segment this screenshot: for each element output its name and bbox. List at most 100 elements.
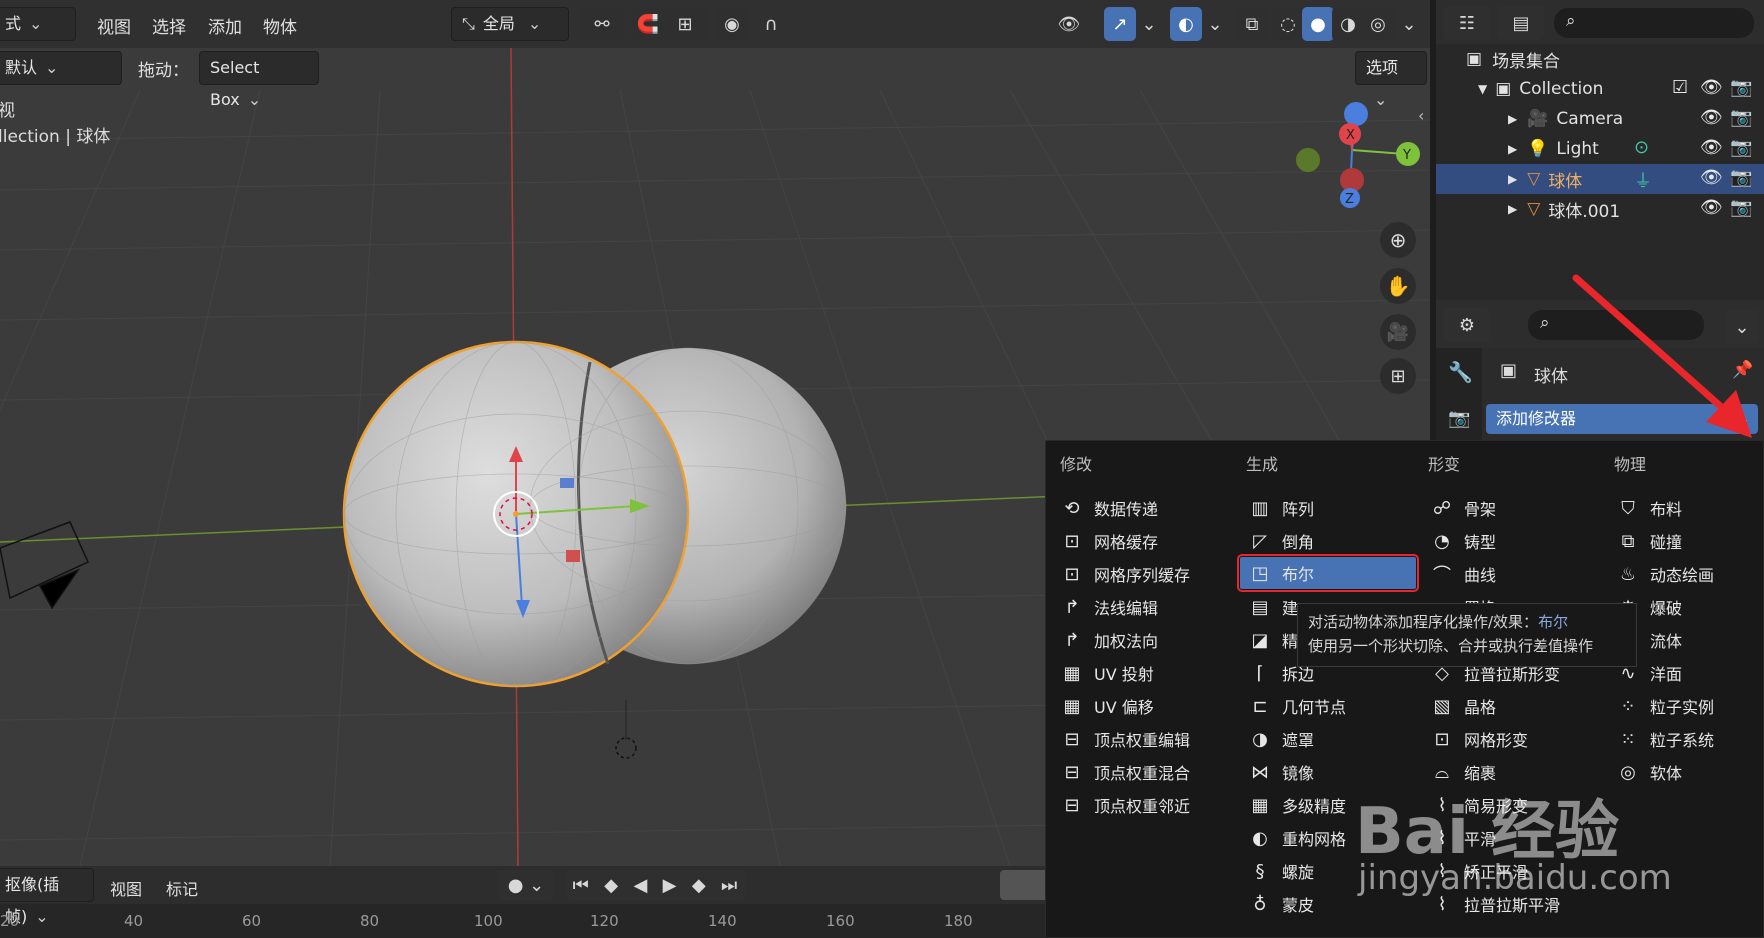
menu-item-particle-instance[interactable]: ⁘ 粒子实例	[1616, 691, 1714, 721]
play-icon[interactable]: ▶	[663, 875, 679, 896]
record-icon[interactable]: ● ⌄	[498, 870, 554, 900]
perspective-grid-icon[interactable]: ⊞	[1380, 358, 1416, 394]
menu-item-normal-edit[interactable]: ↱ 法线编辑	[1060, 592, 1158, 622]
mode-dropdown[interactable]: 式	[0, 7, 76, 41]
outliner-scene-collection[interactable]: ▣ 场景集合	[1436, 44, 1764, 74]
menu-item-armature[interactable]: ☍ 骨架	[1430, 493, 1496, 523]
menu-view[interactable]: 视图	[97, 13, 131, 38]
expand-right-icon[interactable]: ▶	[1508, 172, 1517, 186]
properties-editor-type-icon[interactable]: ⚙	[1444, 308, 1490, 342]
next-keyframe-icon[interactable]: ◆	[692, 875, 708, 896]
menu-item-weighted-normal[interactable]: ↱ 加权法向	[1060, 625, 1158, 655]
jump-start-icon[interactable]: ⏮	[573, 875, 591, 896]
menu-item-decimate[interactable]: ◪ 精	[1248, 625, 1298, 655]
camera-render-icon[interactable]: 📷	[1730, 167, 1752, 188]
frame-field[interactable]	[1000, 870, 1050, 900]
outliner-item-collection[interactable]: ▼ ▣ Collection ☑ 👁 📷	[1436, 74, 1764, 104]
sidebar-toggle-icon[interactable]: ‹	[1418, 106, 1424, 125]
zoom-icon[interactable]: ⊕	[1380, 222, 1416, 258]
menu-add[interactable]: 添加	[208, 13, 242, 38]
pivot-icon[interactable]: ⚯	[580, 7, 624, 41]
menu-item-lattice[interactable]: ▧ 晶格	[1430, 691, 1496, 721]
menu-item-particle-system[interactable]: ⁙ 粒子系统	[1616, 724, 1714, 754]
menu-item-array[interactable]: ▥ 阵列	[1248, 493, 1314, 523]
menu-item-soft-body[interactable]: ◎ 软体	[1616, 757, 1682, 787]
eye-icon[interactable]: 👁	[1700, 137, 1723, 158]
menu-item-boolean[interactable]: ◳ 布尔	[1237, 554, 1419, 592]
falloff-icon[interactable]: ∩	[750, 7, 792, 41]
menu-item-mask[interactable]: ◑ 遮罩	[1248, 724, 1314, 754]
menu-item-screw[interactable]: § 螺旋	[1248, 856, 1315, 886]
menu-item-build[interactable]: ▤ 建	[1248, 592, 1298, 622]
timeline-ruler[interactable]: 20 40 60 80 100 120 140 160 180	[0, 910, 1050, 938]
menu-item-collision[interactable]: ⧉ 碰撞	[1616, 526, 1682, 556]
menu-item-curve[interactable]: ⌒ 曲线	[1430, 559, 1496, 589]
shading-rendered-icon[interactable]: ◎	[1362, 7, 1394, 41]
drag-select-dropdown[interactable]: Select Box	[199, 51, 319, 109]
menu-item-bevel[interactable]: ◸ 倒角	[1248, 526, 1314, 556]
shading-material-icon[interactable]: ◑	[1332, 7, 1364, 41]
gizmo-y-neg[interactable]	[1296, 148, 1320, 172]
render-tab-icon[interactable]: 📷	[1448, 408, 1470, 429]
checkbox-icon[interactable]: ☑	[1672, 77, 1688, 98]
outliner-item-sphere-001[interactable]: ▶ ▽ 球体.001 👁 📷	[1436, 194, 1764, 224]
camera-view-icon[interactable]: 🎥	[1380, 314, 1416, 350]
display-mode-icon[interactable]: ▤	[1498, 6, 1544, 40]
shading-wireframe-icon[interactable]: ◌	[1272, 7, 1304, 41]
overlay-icon[interactable]: ◐	[1170, 7, 1202, 41]
prev-keyframe-icon[interactable]: ◆	[604, 875, 620, 896]
editor-type-icon[interactable]: ☷	[1444, 6, 1490, 40]
timeline-menu-view[interactable]: 视图	[110, 876, 142, 900]
gizmo-icon[interactable]: ↗	[1104, 7, 1136, 41]
menu-item-cloth[interactable]: ⛉ 布料	[1616, 493, 1682, 523]
menu-object[interactable]: 物体	[263, 13, 297, 38]
eye-icon[interactable]: 👁	[1700, 167, 1723, 188]
eye-icon[interactable]: 👁	[1700, 77, 1723, 98]
menu-item-mesh-sequence-cache[interactable]: ⊡ 网格序列缓存	[1060, 559, 1190, 589]
mesh-data-icon[interactable]: ⏚	[1634, 167, 1652, 193]
menu-item-dynamic-paint[interactable]: ♨ 动态绘画	[1616, 559, 1714, 589]
transform-orientation-dropdown[interactable]: ⤡ 全局	[451, 7, 569, 41]
pan-hand-icon[interactable]: ✋	[1380, 268, 1416, 304]
playback-controls[interactable]: ⏮ ◆ ◀ ▶ ◆ ⏭	[566, 870, 746, 900]
shading-dropdown-icon[interactable]: ⌄	[1396, 7, 1422, 41]
outliner-item-camera[interactable]: ▶ 🎥 Camera 👁 📷	[1436, 104, 1764, 134]
menu-item-vertex-weight-mix[interactable]: ⊟ 顶点权重混合	[1060, 757, 1190, 787]
gizmo-dropdown-icon[interactable]: ⌄	[1138, 7, 1160, 41]
gizmo-z-pos[interactable]	[1344, 102, 1368, 126]
play-reverse-icon[interactable]: ◀	[633, 875, 649, 896]
menu-item-data-transfer[interactable]: ⟲ 数据传递	[1060, 493, 1158, 523]
proportional-edit-icon[interactable]: ◉	[716, 7, 748, 41]
overlay-dropdown-icon[interactable]: ⌄	[1204, 7, 1226, 41]
menu-item-skin[interactable]: ♁ 蒙皮	[1248, 889, 1314, 919]
outliner-item-light[interactable]: ▶ 💡 Light ⊙ 👁 📷	[1436, 134, 1764, 164]
menu-select[interactable]: 选择	[152, 13, 186, 38]
snap-target-icon[interactable]: ⊞	[664, 7, 706, 41]
camera-render-icon[interactable]: 📷	[1730, 107, 1752, 128]
keying-dropdown[interactable]: 抠像(插帧)	[0, 868, 94, 926]
tool-tab-icon[interactable]: 🔧	[1448, 360, 1473, 384]
options-dropdown[interactable]: 选项	[1355, 51, 1427, 85]
snap-icon[interactable]: 🧲	[632, 7, 664, 41]
outliner-item-sphere[interactable]: ▶ ▽ 球体 ⏚ 👁 📷	[1436, 164, 1764, 194]
xray-icon[interactable]: ⧉	[1236, 7, 1268, 41]
menu-item-geometry-nodes[interactable]: ⊏ 几何节点	[1248, 691, 1346, 721]
eye-icon[interactable]: 👁	[1700, 107, 1723, 128]
expand-right-icon[interactable]: ▶	[1508, 112, 1517, 126]
light-data-icon[interactable]: ⊙	[1634, 137, 1649, 158]
menu-item-remesh[interactable]: ◐ 重构网格	[1248, 823, 1346, 853]
camera-render-icon[interactable]: 📷	[1730, 137, 1752, 158]
menu-item-uv-project[interactable]: ▦ UV 投射	[1060, 658, 1153, 688]
menu-item-cast[interactable]: ◔ 铸型	[1430, 526, 1496, 556]
expand-right-icon[interactable]: ▶	[1508, 202, 1517, 216]
menu-item-multires[interactable]: ▦ 多级精度	[1248, 790, 1346, 820]
shading-solid-icon[interactable]: ●	[1302, 7, 1334, 41]
menu-item-vertex-weight-edit[interactable]: ⊟ 顶点权重编辑	[1060, 724, 1190, 754]
expand-right-icon[interactable]: ▶	[1508, 142, 1517, 156]
menu-item-mirror[interactable]: ⋈ 镜像	[1248, 757, 1314, 787]
menu-item-mesh-cache[interactable]: ⊡ 网格缓存	[1060, 526, 1158, 556]
menu-item-mesh-deform[interactable]: ⊡ 网格形变	[1430, 724, 1528, 754]
menu-item-vertex-weight-proximity[interactable]: ⊟ 顶点权重邻近	[1060, 790, 1190, 820]
camera-render-icon[interactable]: 📷	[1730, 197, 1752, 218]
menu-item-uv-warp[interactable]: ▦ UV 偏移	[1060, 691, 1153, 721]
